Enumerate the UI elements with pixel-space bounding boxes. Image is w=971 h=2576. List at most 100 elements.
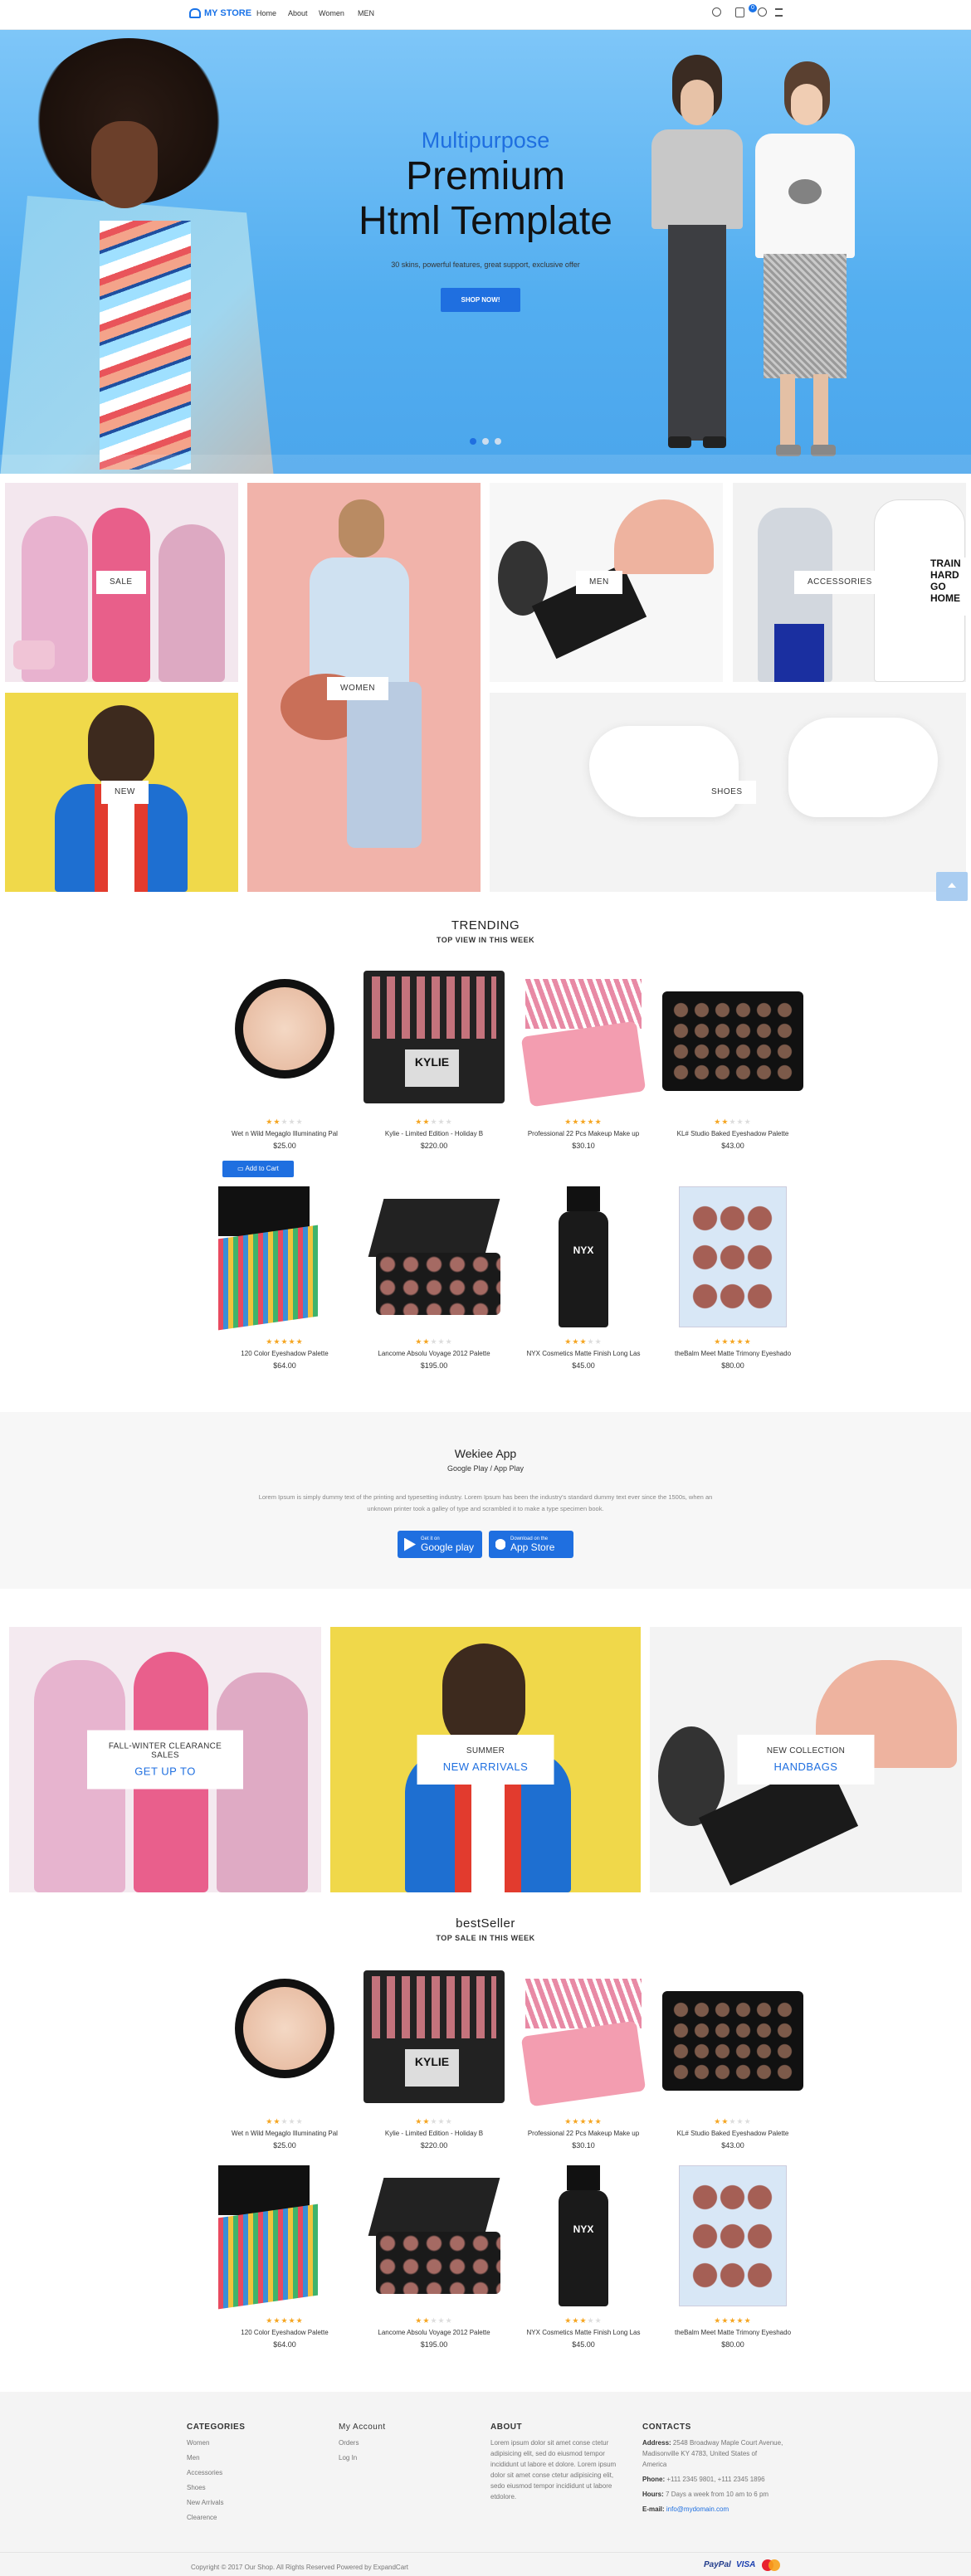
product-image[interactable]: [509, 1966, 658, 2107]
product-name[interactable]: Kylie - Limited Edition - Holiday B: [359, 2130, 509, 2137]
star-icon: ★: [266, 1118, 274, 1126]
product-name[interactable]: theBalm Meet Matte Trimony Eyeshado: [658, 2329, 808, 2336]
trending-product-card[interactable]: ★★★★★ Professional 22 Pcs Makeup Make up $…: [509, 967, 658, 1150]
product-image[interactable]: [210, 1966, 359, 2107]
footer-link-accessories[interactable]: Accessories: [187, 2469, 245, 2476]
store-logo[interactable]: MY STORE: [189, 8, 251, 18]
category-tile-new[interactable]: NEW: [5, 693, 238, 892]
bestseller-product-card[interactable]: ★★★★★ Professional 22 Pcs Makeup Make up $…: [509, 1966, 658, 2150]
category-tile-women[interactable]: WOMEN: [247, 483, 481, 892]
product-name[interactable]: Lancome Absolu Voyage 2012 Palette: [359, 1350, 509, 1357]
product-rating: ★★★★★: [359, 2316, 509, 2325]
slider-dot-2[interactable]: [482, 438, 489, 445]
slider-dot-3[interactable]: [495, 438, 501, 445]
slider-dot-1[interactable]: [470, 438, 476, 445]
apple-icon: [495, 1538, 505, 1551]
product-image-part: [671, 1000, 795, 1083]
product-name[interactable]: KL# Studio Baked Eyeshadow Palette: [658, 1130, 808, 1137]
footer-link-shoes[interactable]: Shoes: [187, 2484, 245, 2491]
product-image[interactable]: [658, 1186, 808, 1327]
product-image[interactable]: [509, 967, 658, 1108]
trending-product-card[interactable]: ★★★★★ 120 Color Eyeshadow Palette $64.00: [210, 1186, 359, 1370]
star-icon: ★: [579, 2316, 588, 2325]
category-tile-sale[interactable]: SALE: [5, 483, 238, 682]
product-image-part: [368, 1199, 500, 1257]
product-image[interactable]: [359, 2165, 509, 2306]
promo-banner-clearance[interactable]: FALL-WINTER CLEARANCE SALES GET UP TO: [9, 1627, 321, 1892]
promo-box-clearance: FALL-WINTER CLEARANCE SALES GET UP TO: [87, 1730, 243, 1790]
nav-men[interactable]: MEN: [358, 9, 374, 17]
footer-about-line: incididunt ut labore et dolore. Lorem ip…: [490, 2461, 617, 2468]
product-name[interactable]: Wet n Wild Megaglo Illuminating Pal: [210, 1130, 359, 1137]
product-image[interactable]: [210, 2165, 359, 2310]
product-image[interactable]: NYX: [509, 2165, 658, 2306]
user-icon[interactable]: [758, 7, 767, 17]
bestseller-product-card[interactable]: KYLIE ★★★★★ Kylie - Limited Edition - Holi…: [359, 1966, 509, 2150]
nav-women[interactable]: Women: [319, 9, 344, 17]
footer-link-orders[interactable]: Orders: [339, 2439, 386, 2447]
product-image[interactable]: [210, 1186, 359, 1331]
product-image[interactable]: [658, 1966, 808, 2107]
product-rating: ★★★★★: [658, 2117, 808, 2126]
footer-my-account: My Account Orders Log In: [339, 2423, 386, 2462]
footer-link-men[interactable]: Men: [187, 2454, 245, 2462]
menu-icon[interactable]: [775, 8, 783, 17]
footer-about-line: sedo eiusmod tempor incididunt ut labore: [490, 2482, 612, 2490]
product-name[interactable]: NYX Cosmetics Matte Finish Long Las: [509, 1350, 658, 1357]
bestseller-product-card[interactable]: NYX ★★★★★ NYX Cosmetics Matte Finish Long …: [509, 2165, 658, 2349]
footer-link-login[interactable]: Log In: [339, 2454, 386, 2462]
footer-link-new-arrivals[interactable]: New Arrivals: [187, 2499, 245, 2506]
scroll-top-button[interactable]: [936, 872, 968, 901]
bestseller-product-card[interactable]: ★★★★★ theBalm Meet Matte Trimony Eyeshado…: [658, 2165, 808, 2349]
star-icon: ★: [744, 1118, 752, 1126]
product-image[interactable]: KYLIE: [359, 967, 509, 1108]
product-name[interactable]: Kylie - Limited Edition - Holiday B: [359, 1130, 509, 1137]
trending-product-card[interactable]: ★★★★★ Lancome Absolu Voyage 2012 Palette $…: [359, 1186, 509, 1370]
shop-now-button[interactable]: SHOP NOW!: [441, 288, 520, 312]
product-name[interactable]: Professional 22 Pcs Makeup Make up: [509, 1130, 658, 1137]
product-name[interactable]: theBalm Meet Matte Trimony Eyeshado: [658, 1350, 808, 1357]
trending-product-card[interactable]: KYLIE ★★★★★ Kylie - Limited Edition - Holi…: [359, 967, 509, 1150]
product-image-part: [520, 1020, 647, 1108]
add-to-cart-button[interactable]: ▭ Add to Cart: [222, 1161, 294, 1177]
product-image[interactable]: [210, 967, 359, 1108]
cart-icon[interactable]: [735, 7, 744, 17]
product-name[interactable]: Wet n Wild Megaglo Illuminating Pal: [210, 2130, 359, 2137]
promo-banner-summer[interactable]: SUMMER NEW ARRIVALS: [330, 1627, 641, 1892]
category-tile-shoes[interactable]: SHOES: [490, 693, 966, 892]
product-image[interactable]: KYLIE: [359, 1966, 509, 2107]
nav-home[interactable]: Home: [256, 9, 276, 17]
bestseller-product-card[interactable]: ★★★★★ Wet n Wild Megaglo Illuminating Pal…: [210, 1966, 359, 2150]
trending-product-card[interactable]: NYX ★★★★★ NYX Cosmetics Matte Finish Long …: [509, 1186, 658, 1370]
product-name[interactable]: Professional 22 Pcs Makeup Make up: [509, 2130, 658, 2137]
product-image[interactable]: [658, 2165, 808, 2306]
app-store-button[interactable]: Download on the App Store: [489, 1531, 573, 1558]
product-image[interactable]: NYX: [509, 1186, 658, 1327]
category-tile-men[interactable]: MEN: [490, 483, 723, 682]
product-name[interactable]: NYX Cosmetics Matte Finish Long Las: [509, 2329, 658, 2336]
product-image[interactable]: [658, 967, 808, 1108]
footer-link-clearence[interactable]: Clearence: [187, 2514, 245, 2521]
product-image-part: KYLIE: [405, 2049, 459, 2087]
category-tile-accessories[interactable]: TRAIN HARD GO HOME ACCESSORIES: [733, 483, 966, 682]
star-icon: ★: [415, 1337, 423, 1346]
promo-banner-handbags[interactable]: NEW COLLECTION HANDBAGS: [650, 1627, 962, 1892]
product-name[interactable]: 120 Color Eyeshadow Palette: [210, 1350, 359, 1357]
product-name[interactable]: 120 Color Eyeshadow Palette: [210, 2329, 359, 2336]
product-image-part: [376, 2232, 500, 2294]
google-play-button[interactable]: Get it on Google play: [398, 1531, 482, 1558]
product-name[interactable]: KL# Studio Baked Eyeshadow Palette: [658, 2130, 808, 2137]
trending-product-card[interactable]: ★★★★★ theBalm Meet Matte Trimony Eyeshado…: [658, 1186, 808, 1370]
bestseller-product-card[interactable]: ★★★★★ Lancome Absolu Voyage 2012 Palette $…: [359, 2165, 509, 2349]
bestseller-product-card[interactable]: ★★★★★ KL# Studio Baked Eyeshadow Palette $…: [658, 1966, 808, 2150]
nav-about[interactable]: About: [288, 9, 308, 17]
product-image[interactable]: [359, 1186, 509, 1327]
bestseller-product-card[interactable]: ★★★★★ 120 Color Eyeshadow Palette $64.00: [210, 2165, 359, 2349]
trending-product-card[interactable]: ★★★★★ Wet n Wild Megaglo Illuminating Pal…: [210, 967, 359, 1150]
product-name[interactable]: Lancome Absolu Voyage 2012 Palette: [359, 2329, 509, 2336]
search-icon[interactable]: [712, 7, 721, 17]
logo-icon: [189, 8, 201, 18]
trending-product-card[interactable]: ★★★★★ KL# Studio Baked Eyeshadow Palette $…: [658, 967, 808, 1150]
star-icon: ★: [564, 2117, 573, 2126]
footer-link-women[interactable]: Women: [187, 2439, 245, 2447]
